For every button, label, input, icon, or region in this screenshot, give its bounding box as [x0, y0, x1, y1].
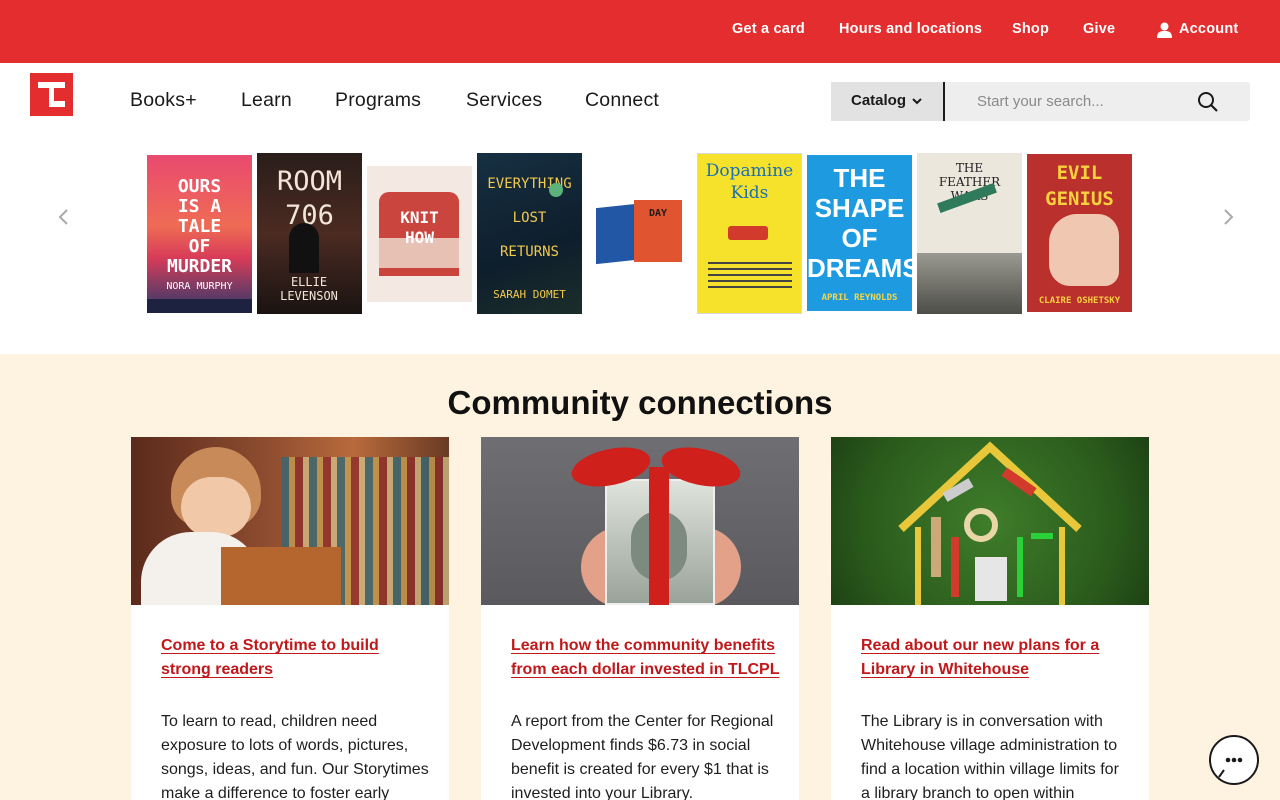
- hours-and-locations-link[interactable]: Hours and locations: [839, 21, 982, 37]
- section-title: Community connections: [447, 384, 833, 421]
- new-titles-carousel: OURS IS A TALE OF MURDER NORA MURPHY ROO…: [0, 138, 1280, 354]
- nav-books[interactable]: Books+: [130, 89, 197, 112]
- get-a-card-link[interactable]: Get a card: [732, 21, 805, 37]
- chat-bubble-icon: [1218, 757, 1243, 778]
- search-input[interactable]: [957, 82, 1197, 121]
- community-connections-section: Community connections Come to a Storytim…: [0, 354, 1280, 800]
- whitehouse-library-card: Read about our new plans for a Library i…: [831, 437, 1149, 800]
- carousel-prev-icon[interactable]: [56, 207, 70, 227]
- whitehouse-library-link[interactable]: Read about our new plans for a Library i…: [861, 634, 1131, 682]
- chat-button[interactable]: [1209, 735, 1259, 785]
- book-cover[interactable]: DAY: [596, 198, 684, 270]
- card-description: The Library is in conversation with Whit…: [861, 713, 1119, 800]
- book-cover[interactable]: EVERYTHING LOST RETURNS SARAH DOMET: [477, 153, 582, 314]
- gift-dollar-photo: [481, 437, 799, 605]
- book-cover[interactable]: Dopamine Kids: [697, 153, 802, 314]
- library-logo[interactable]: [30, 73, 73, 116]
- chevron-down-icon: [912, 98, 922, 105]
- main-nav: Books+ Learn Programs Services Connect C…: [0, 63, 1280, 138]
- storytime-card: Come to a Storytime to build strong read…: [131, 437, 449, 800]
- logo-mark-icon: [30, 73, 73, 116]
- nav-learn[interactable]: Learn: [241, 89, 292, 112]
- house-of-tools-illustration: [898, 441, 1082, 605]
- search-icon[interactable]: [1197, 91, 1219, 113]
- storytime-link[interactable]: Come to a Storytime to build strong read…: [161, 634, 431, 682]
- child-reading-photo: [131, 437, 449, 605]
- give-link[interactable]: Give: [1083, 21, 1115, 37]
- tools-house-photo: [831, 437, 1149, 605]
- shop-link[interactable]: Shop: [1012, 21, 1049, 37]
- utility-bar: Get a card Hours and locations Shop Give…: [0, 0, 1280, 63]
- search-bar: Catalog: [831, 82, 1250, 121]
- user-icon[interactable]: [1157, 22, 1172, 38]
- book-cover[interactable]: OURS IS A TALE OF MURDER NORA MURPHY: [147, 155, 252, 313]
- book-cover[interactable]: THE SHAPE OF DREAMS APRIL REYNOLDS: [807, 155, 912, 311]
- carousel-next-icon[interactable]: [1222, 207, 1236, 227]
- card-description: A report from the Center for Regional De…: [511, 713, 774, 800]
- nav-services[interactable]: Services: [466, 89, 542, 112]
- community-benefit-card: Learn how the community benefits from ea…: [481, 437, 799, 800]
- book-cover[interactable]: KNIT HOW: [367, 166, 472, 302]
- card-description: To learn to read, children need exposure…: [161, 713, 429, 800]
- book-cover[interactable]: THE FEATHER WARS: [917, 153, 1022, 314]
- nav-connect[interactable]: Connect: [585, 89, 659, 112]
- book-cover[interactable]: ROOM 706 ELLIE LEVENSON: [257, 153, 362, 314]
- catalog-scope-label: Catalog: [851, 92, 907, 109]
- nav-programs[interactable]: Programs: [335, 89, 421, 112]
- account-link[interactable]: Account: [1179, 21, 1238, 37]
- catalog-scope-dropdown[interactable]: Catalog: [831, 82, 945, 121]
- book-cover[interactable]: EVIL GENIUS CLAIRE OSHETSKY: [1027, 154, 1132, 312]
- community-benefit-link[interactable]: Learn how the community benefits from ea…: [511, 634, 781, 682]
